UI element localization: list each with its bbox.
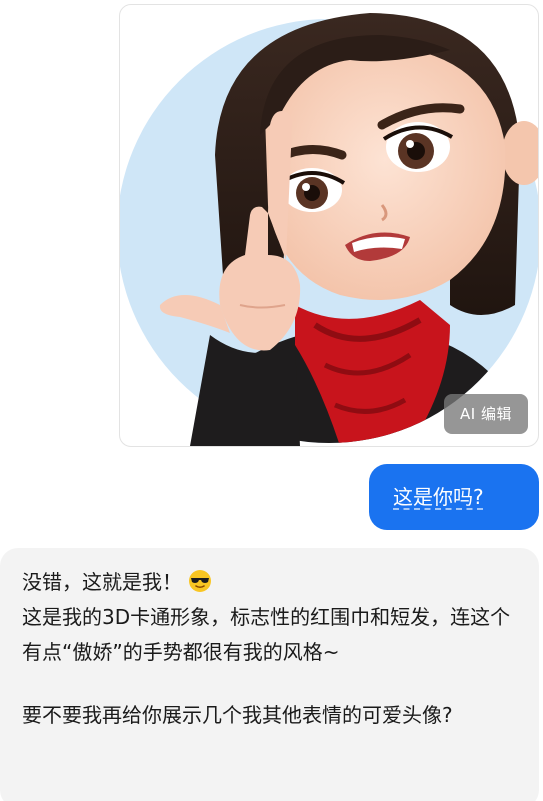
user-message-bubble[interactable]: 这是你吗? <box>369 464 539 530</box>
assistant-line1: 没错，这就是我！ <box>22 565 517 600</box>
sunglasses-face-emoji-icon <box>189 570 211 592</box>
avatar-image-card[interactable]: AI 编辑 <box>119 4 539 447</box>
assistant-line1-text: 没错，这就是我！ <box>22 570 182 594</box>
assistant-message-bubble[interactable]: 没错，这就是我！ 这是我的3D卡通形象，标志性的红围巾和短发，连这个有点“傲娇”… <box>0 548 539 801</box>
assistant-paragraph2: 要不要我再给你展示几个我其他表情的可爱头像? <box>22 703 453 727</box>
ai-edit-button[interactable]: AI 编辑 <box>444 394 528 434</box>
user-message-text: 这是你吗? <box>393 485 484 509</box>
chat-screen: AI 编辑 这是你吗? 没错，这就是我！ 这是我的3D卡通形象，标志性的红围巾和… <box>0 0 543 801</box>
cartoon-avatar-image <box>120 13 538 446</box>
assistant-paragraph1: 这是我的3D卡通形象，标志性的红围巾和短发，连这个有点“傲娇”的手势都很有我的风… <box>22 605 511 664</box>
